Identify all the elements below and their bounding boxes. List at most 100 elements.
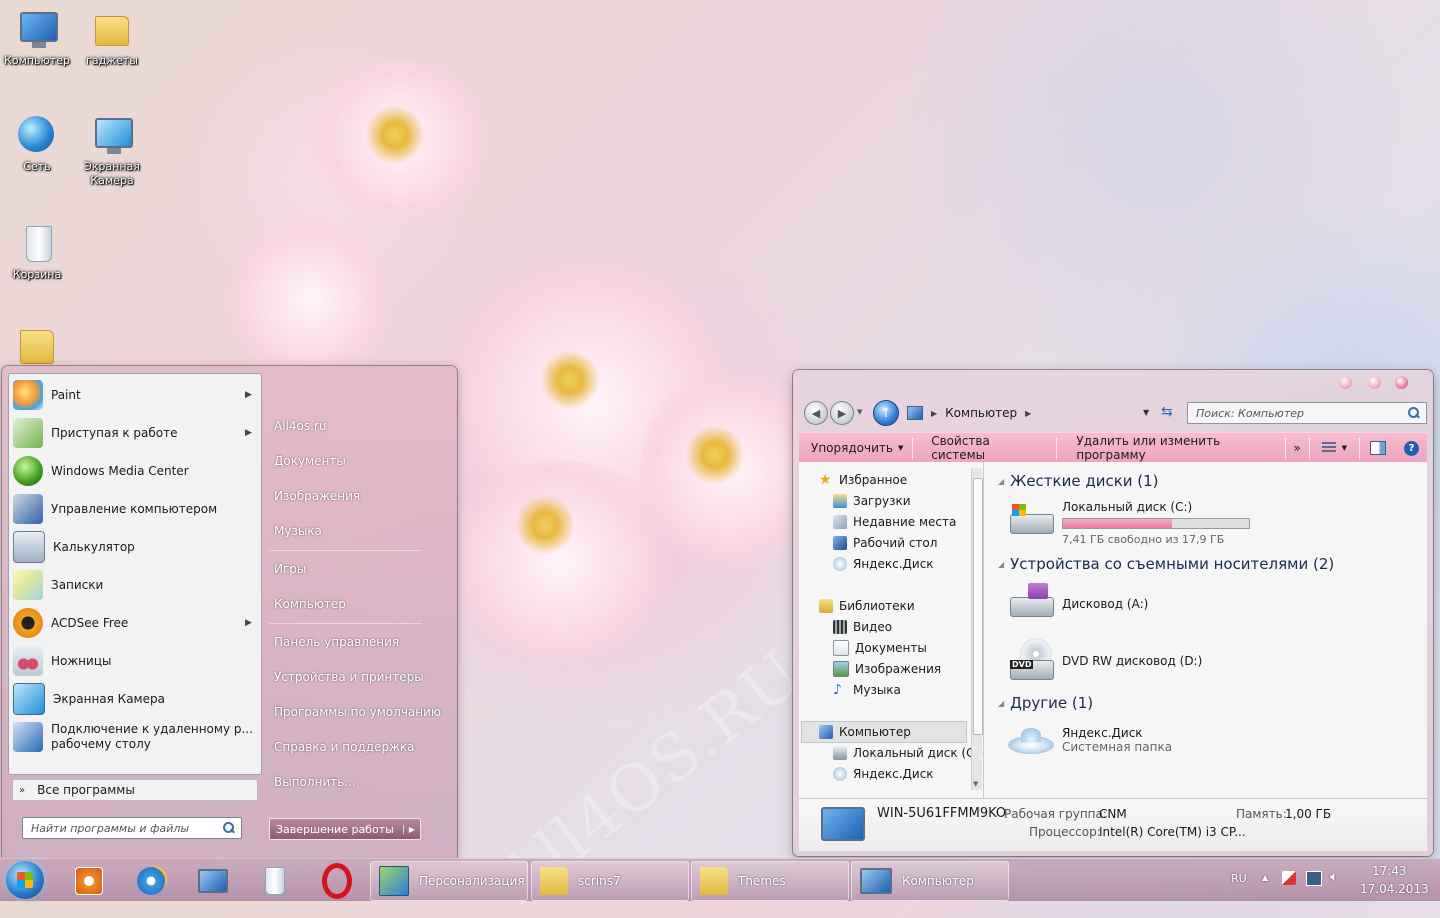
program-paint[interactable]: Paint ▶	[13, 377, 257, 413]
shutdown-button[interactable]: Завершение работы ▶	[269, 818, 421, 840]
collapse-triangle-icon[interactable]: ◢	[998, 477, 1004, 486]
nav-music[interactable]: ♪ Музыка	[833, 680, 901, 700]
minimize-button[interactable]	[1339, 376, 1352, 389]
program-windows-media-center[interactable]: Windows Media Center	[13, 453, 257, 489]
breadcrumb-arrow-icon[interactable]: ▶	[1025, 409, 1031, 418]
pinned-internet-explorer[interactable]	[124, 864, 178, 898]
nav-recent-places[interactable]: Недавние места	[833, 512, 956, 532]
drive-c[interactable]: Локальный диск (C:) 7,41 ГБ свободно из …	[1008, 500, 1250, 547]
pinned-computer[interactable]	[186, 864, 240, 898]
place-pictures[interactable]: Изображения	[274, 489, 360, 503]
explorer-search-input[interactable]: Поиск: Компьютер	[1187, 402, 1427, 424]
program-computer-management[interactable]: Управление компьютером	[13, 491, 257, 527]
more-commands-button[interactable]: »	[1285, 433, 1308, 463]
address-dropdown-icon[interactable]: ▼	[1143, 408, 1149, 417]
place-games[interactable]: Игры	[274, 562, 306, 576]
program-getting-started[interactable]: Приступая к работе ▶	[13, 415, 257, 451]
place-run[interactable]: Выполнить...	[274, 775, 356, 789]
place-control-panel[interactable]: Панель управления	[274, 635, 399, 649]
nav-favorites[interactable]: ★ Избранное	[819, 470, 907, 490]
nav-libraries[interactable]: Библиотеки	[819, 596, 915, 616]
nav-desktop[interactable]: Рабочий стол	[833, 533, 937, 553]
uninstall-program-button[interactable]: Удалить или изменить программу	[1056, 433, 1284, 463]
task-computer[interactable]: Компьютер	[851, 861, 1009, 901]
network-tray-icon[interactable]	[1306, 871, 1322, 886]
system-properties-button[interactable]: Свойства системы	[913, 433, 1055, 463]
program-remote-desktop[interactable]: Подключение к удаленному р... рабочему с…	[13, 719, 257, 755]
collapse-triangle-icon[interactable]: ◢	[998, 560, 1004, 569]
program-snipping-tool[interactable]: Ножницы	[13, 643, 257, 679]
desktop-icon-screen-camera[interactable]: Экранная Камера	[76, 112, 148, 188]
place-devices-printers[interactable]: Устройства и принтеры	[274, 670, 424, 684]
forward-button[interactable]: ▶	[830, 401, 854, 425]
program-screen-camera[interactable]: Экранная Камера	[13, 681, 257, 717]
close-button[interactable]	[1395, 376, 1408, 389]
back-button[interactable]: ◀	[804, 401, 828, 425]
nav-yandex-disk[interactable]: Яндекс.Диск	[833, 554, 934, 574]
help-icon[interactable]: ?	[1396, 433, 1427, 463]
nav-yandex-disk-2[interactable]: Яндекс.Диск	[833, 764, 934, 784]
place-music[interactable]: Музыка	[274, 524, 322, 538]
program-calculator[interactable]: Калькулятор	[13, 529, 257, 565]
breadcrumb-arrow-icon[interactable]: ▶	[931, 409, 937, 418]
start-button[interactable]	[6, 861, 44, 899]
breadcrumb-computer[interactable]: Компьютер	[945, 406, 1017, 420]
action-center-flag-icon[interactable]	[1282, 871, 1296, 885]
show-hidden-icons-icon[interactable]: ▲	[1262, 873, 1268, 882]
start-search-input[interactable]: Найти программы и файлы	[22, 817, 242, 839]
nav-local-disk-c[interactable]: Локальный диск (C:)	[833, 743, 983, 763]
group-removable-devices[interactable]: ◢ Устройства со съемными носителями (2)	[998, 555, 1334, 573]
place-help-support[interactable]: Справка и поддержка	[274, 740, 415, 754]
desktop-icon-computer[interactable]: Компьютер	[1, 6, 73, 68]
task-themes[interactable]: Themes	[691, 861, 849, 901]
nav-scrollbar[interactable]: ▼	[971, 468, 983, 790]
place-documents[interactable]: Документы	[274, 454, 346, 468]
pinned-media-player[interactable]	[62, 864, 116, 898]
desktop-icon-network[interactable]: Сеть	[1, 112, 73, 174]
group-hard-drives[interactable]: ◢ Жесткие диски (1)	[998, 472, 1159, 490]
nav-video[interactable]: Видео	[833, 617, 892, 637]
place-all4os[interactable]: All4os.ru	[274, 419, 326, 433]
desktop-icon-gadgets[interactable]: гаджеты	[76, 6, 148, 68]
clock-time[interactable]: 17:43	[1372, 864, 1407, 878]
submenu-arrow-icon[interactable]: ▶	[245, 390, 257, 400]
place-computer[interactable]: Компьютер	[274, 597, 346, 611]
shutdown-options-arrow-icon[interactable]: ▶	[403, 824, 420, 834]
nav-documents[interactable]: Документы	[833, 638, 927, 658]
desktop-icon-recycle-bin[interactable]: Корзина	[1, 220, 73, 282]
clock-date[interactable]: 17.04.2013	[1360, 882, 1429, 896]
task-scrins7[interactable]: scrins7	[531, 861, 689, 901]
submenu-arrow-icon[interactable]: ▶	[245, 428, 257, 438]
organize-button[interactable]: Упорядочить ▼	[799, 433, 912, 463]
scroll-down-arrow-icon[interactable]: ▼	[973, 780, 978, 788]
pinned-recycle-bin[interactable]	[248, 864, 302, 898]
drive-d[interactable]: DVD DVD RW дисковод (D:)	[1008, 638, 1202, 682]
pinned-opera[interactable]	[310, 863, 364, 899]
nav-computer[interactable]: Компьютер	[819, 722, 911, 742]
place-default-programs[interactable]: Программы по умолчанию	[274, 705, 441, 719]
view-options-icon[interactable]: ▼	[1310, 433, 1359, 463]
group-other[interactable]: ◢ Другие (1)	[998, 694, 1093, 712]
nav-pictures[interactable]: Изображения	[833, 659, 941, 679]
collapse-triangle-icon[interactable]: ◢	[998, 699, 1004, 708]
maximize-button[interactable]	[1368, 376, 1381, 389]
address-bar[interactable]: ▶ Компьютер ▶	[907, 403, 1177, 423]
computer-icon	[819, 725, 833, 739]
refresh-icon[interactable]: ⇆	[1161, 404, 1173, 420]
volume-icon[interactable]: 🔈︎	[1330, 869, 1338, 885]
all-programs-button[interactable]: » Все программы	[12, 779, 258, 801]
program-sticky-notes[interactable]: Записки	[13, 567, 257, 603]
task-personalization[interactable]: Персонализация	[370, 861, 528, 901]
preview-pane-icon[interactable]	[1360, 433, 1396, 463]
separator	[270, 623, 422, 624]
program-acdsee-free[interactable]: ACDSee Free ▶	[13, 605, 257, 641]
computer-management-icon	[13, 494, 43, 524]
submenu-arrow-icon[interactable]: ▶	[245, 618, 257, 628]
yandex-disk-item[interactable]: Яндекс.Диск Системная папка	[1008, 726, 1172, 762]
nav-downloads[interactable]: Загрузки	[833, 491, 911, 511]
history-dropdown-icon[interactable]: ▼	[857, 408, 862, 416]
up-button[interactable]: ↑	[873, 400, 899, 426]
language-indicator[interactable]: RU	[1231, 872, 1247, 885]
nav-scrollbar-thumb[interactable]	[973, 478, 983, 735]
drive-a[interactable]: Дисковод (A:)	[1008, 583, 1148, 619]
